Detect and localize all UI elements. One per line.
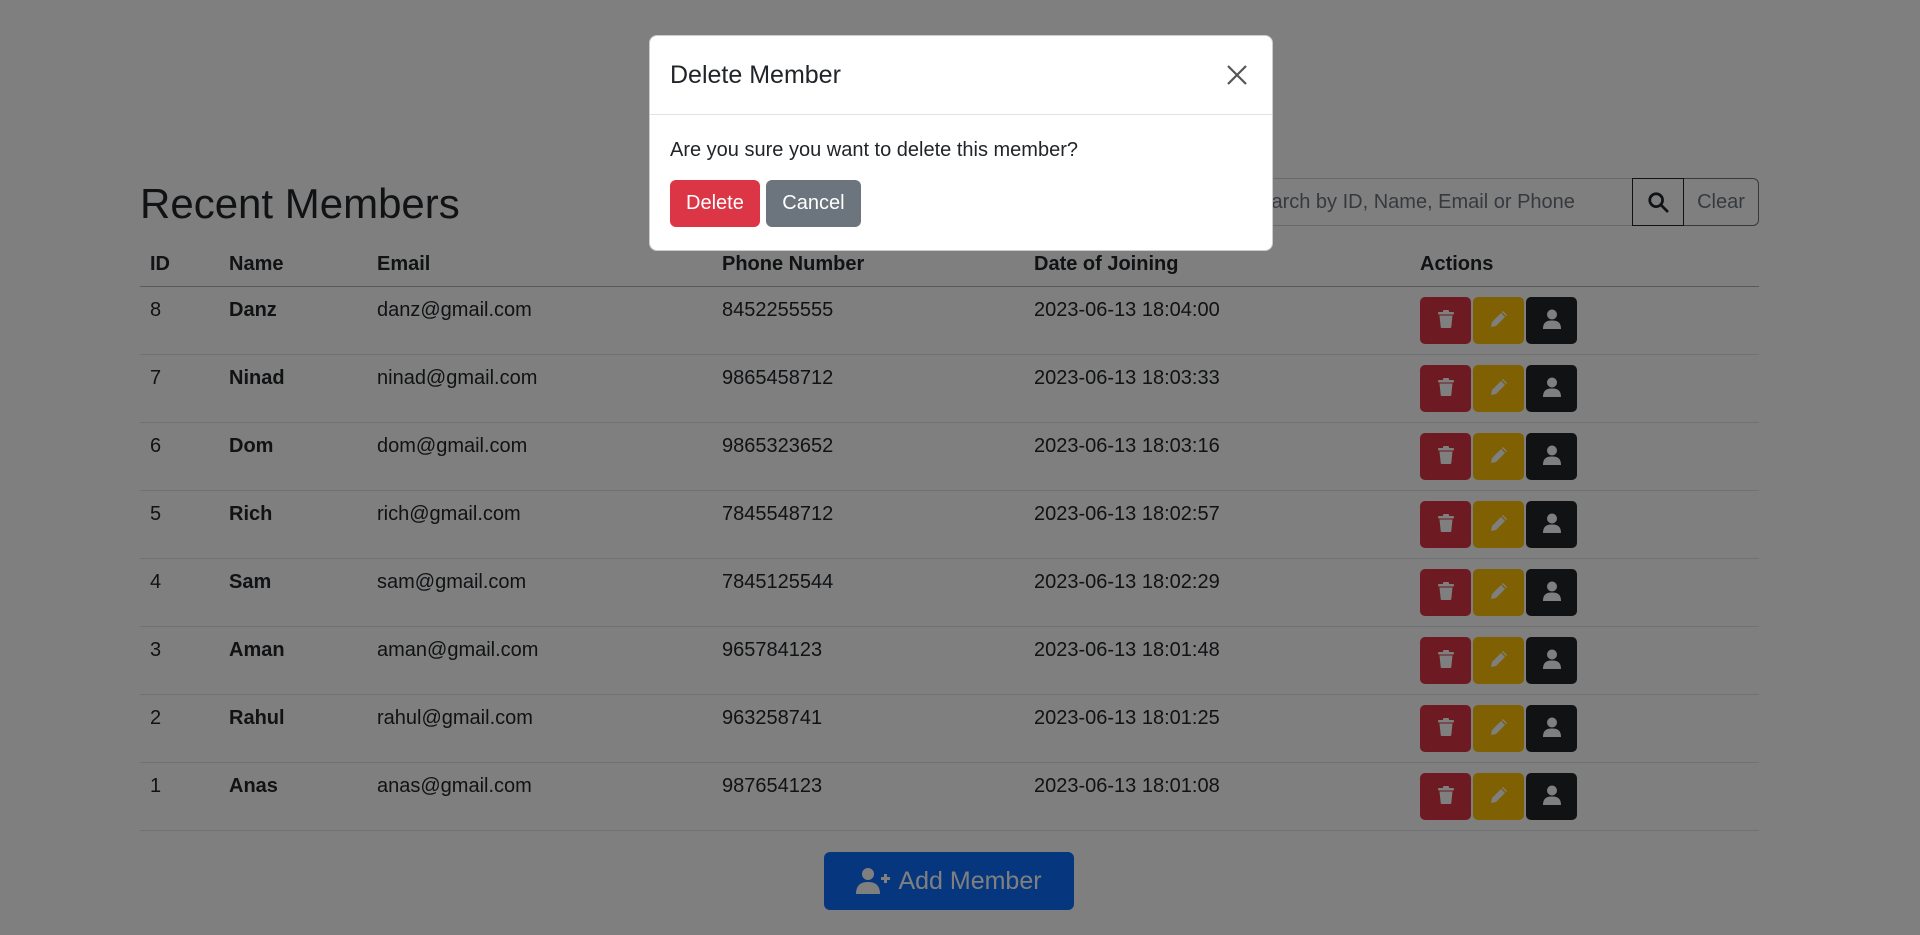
confirm-delete-button[interactable]: Delete bbox=[670, 180, 760, 227]
modal-body: Are you sure you want to delete this mem… bbox=[650, 115, 1272, 227]
close-icon bbox=[1227, 65, 1247, 85]
cancel-button[interactable]: Cancel bbox=[766, 180, 861, 227]
modal-close-button[interactable] bbox=[1222, 60, 1252, 90]
modal-header: Delete Member bbox=[650, 36, 1272, 115]
modal-message: Are you sure you want to delete this mem… bbox=[670, 139, 1078, 161]
delete-member-modal: Delete Member Are you sure you want to d… bbox=[649, 35, 1273, 251]
modal-title: Delete Member bbox=[670, 60, 841, 89]
